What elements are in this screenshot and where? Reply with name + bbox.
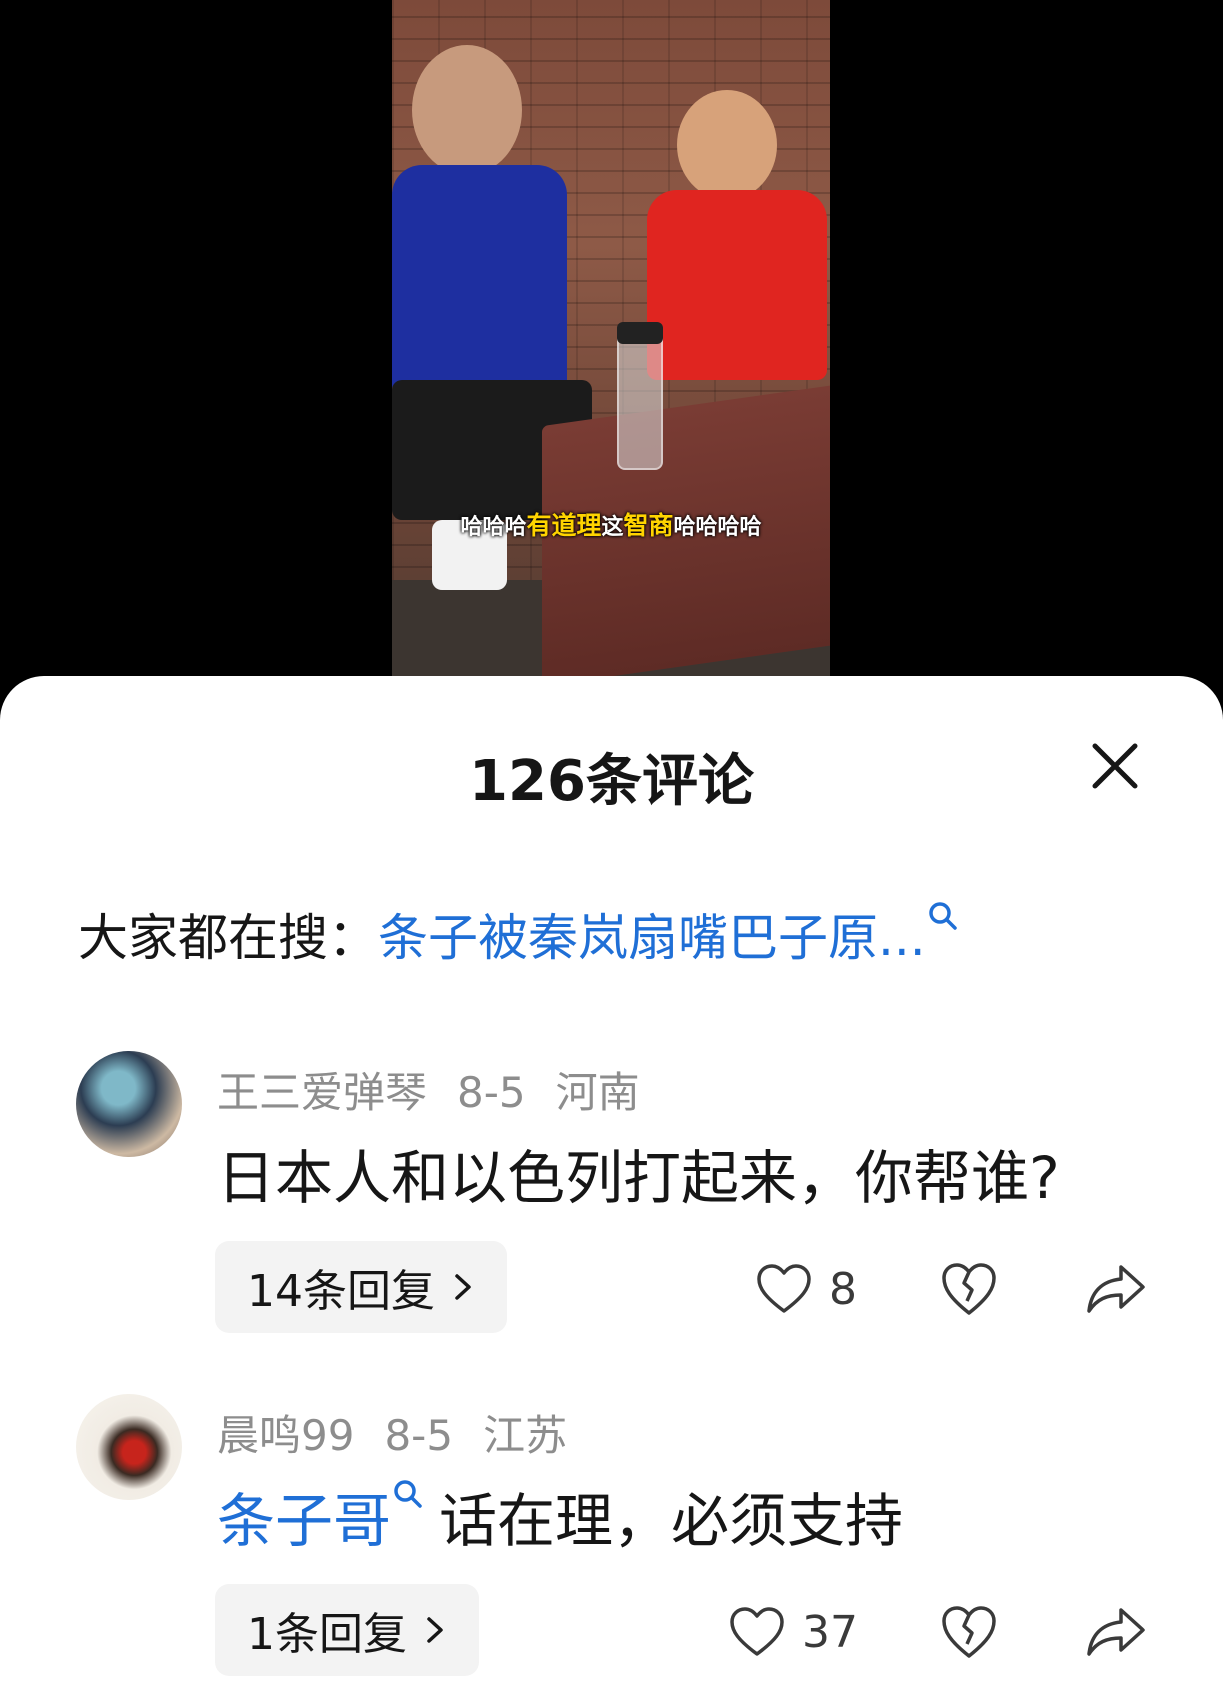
comments-panel: 126条评论 大家都在搜：条子被秦岚扇嘴巴子原... 王三爱弹琴 8-5 河南 日本… — [0, 676, 1223, 1691]
person-right-head — [677, 90, 777, 200]
comment-location: 河南 — [555, 1068, 640, 1117]
video-frame[interactable]: 哈哈哈有道理这智商哈哈哈哈 — [392, 0, 830, 700]
avatar[interactable] — [76, 1051, 182, 1157]
caption-highlight-2: 智商 — [623, 511, 674, 540]
heart-icon — [757, 1264, 811, 1313]
trending-label: 大家都在搜： — [78, 909, 378, 967]
comment-username[interactable]: 王三爱弹琴 — [217, 1068, 427, 1117]
like-button[interactable]: 37 — [728, 1606, 858, 1658]
comment-date: 8-5 — [384, 1411, 454, 1460]
person-left-head — [412, 45, 522, 175]
trending-search: 大家都在搜：条子被秦岚扇嘴巴子原... — [78, 898, 960, 970]
video-caption: 哈哈哈有道理这智商哈哈哈哈 — [392, 506, 830, 542]
broken-heart-icon[interactable] — [940, 1261, 998, 1317]
replies-label: 14条回复 — [247, 1266, 435, 1317]
panel-title: 126条评论 — [469, 749, 754, 814]
like-count: 37 — [802, 1606, 858, 1658]
comment-username[interactable]: 晨鸣99 — [217, 1411, 354, 1460]
trending-query-link[interactable]: 条子被秦岚扇嘴巴子原... — [378, 909, 926, 967]
comment-meta: 王三爱弹琴 8-5 河南 — [217, 1059, 670, 1120]
like-button[interactable]: 8 — [755, 1263, 857, 1315]
person-left-body — [392, 165, 567, 395]
bottle-cap — [617, 322, 663, 344]
share-icon[interactable] — [1085, 1604, 1147, 1660]
comment-text: 日本人和以色列打起来，你帮谁? — [217, 1144, 1060, 1212]
share-icon[interactable] — [1085, 1261, 1147, 1317]
comment-location: 江苏 — [483, 1411, 568, 1460]
avatar[interactable] — [76, 1394, 182, 1500]
water-bottle — [617, 330, 663, 470]
heart-icon — [730, 1607, 784, 1656]
comment-topic-link[interactable]: 条子哥 — [217, 1487, 391, 1555]
close-button[interactable] — [1085, 736, 1145, 796]
comment-meta: 晨鸣99 8-5 江苏 — [217, 1402, 597, 1463]
caption-part-3: 这 — [601, 515, 624, 540]
caption-part-1: 哈哈哈 — [460, 515, 527, 540]
broken-heart-icon[interactable] — [940, 1604, 998, 1660]
view-replies-button[interactable]: 14条回复 — [215, 1241, 507, 1333]
caption-highlight-1: 有道理 — [526, 511, 602, 540]
video-player[interactable]: 哈哈哈有道理这智商哈哈哈哈 — [0, 0, 1223, 700]
search-icon[interactable] — [391, 1478, 425, 1512]
view-replies-button[interactable]: 1条回复 — [215, 1584, 479, 1676]
chevron-right-icon — [427, 1617, 443, 1643]
comment-body: 话在理，必须支持 — [439, 1487, 904, 1555]
like-count: 8 — [829, 1263, 857, 1315]
caption-part-5: 哈哈哈哈 — [673, 515, 762, 540]
search-icon[interactable] — [926, 900, 960, 934]
chevron-right-icon — [455, 1274, 471, 1300]
close-icon — [1092, 743, 1138, 789]
comment-text: 条子哥 话在理，必须支持 — [217, 1474, 903, 1558]
replies-label: 1条回复 — [247, 1609, 407, 1660]
comment-date: 8-5 — [457, 1068, 526, 1117]
person-right-body — [647, 190, 827, 380]
